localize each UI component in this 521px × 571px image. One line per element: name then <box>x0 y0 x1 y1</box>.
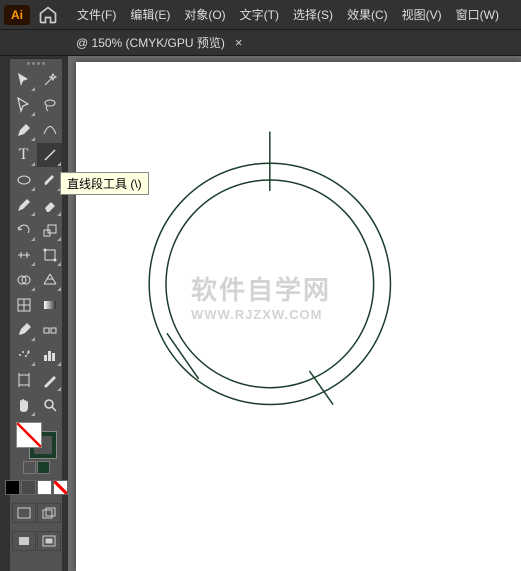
document-title: @ 150% (CMYK/GPU 预览) <box>76 34 225 51</box>
perspective-grid-tool[interactable] <box>37 268 62 292</box>
eyedropper-tool[interactable] <box>11 318 36 342</box>
document-tab[interactable]: @ 150% (CMYK/GPU 预览) × <box>76 34 242 51</box>
hand-tool[interactable] <box>11 393 36 417</box>
color-swatch-section <box>10 418 62 555</box>
tool-tooltip: 直线段工具 (\) <box>60 172 149 195</box>
home-icon[interactable] <box>38 5 58 25</box>
menu-edit[interactable]: 编辑(E) <box>123 6 177 23</box>
draw-normal-mode[interactable] <box>12 503 36 523</box>
lasso-tool[interactable] <box>37 93 62 117</box>
color-chip-black[interactable] <box>5 480 20 495</box>
selection-tool[interactable] <box>11 68 36 92</box>
rotate-tool[interactable] <box>11 218 36 242</box>
column-graph-tool[interactable] <box>37 343 62 367</box>
fill-stroke-indicator[interactable] <box>16 422 56 458</box>
gradient-tool[interactable] <box>37 293 62 317</box>
symbol-sprayer-tool[interactable] <box>11 343 36 367</box>
width-tool[interactable] <box>11 243 36 267</box>
screen-mode-normal[interactable] <box>12 531 36 551</box>
draw-behind-mode[interactable] <box>37 503 61 523</box>
pen-tool[interactable] <box>11 118 36 142</box>
menu-file[interactable]: 文件(F) <box>70 6 123 23</box>
zoom-tool[interactable] <box>37 393 62 417</box>
color-chip-gray[interactable] <box>21 480 36 495</box>
ellipse-tool[interactable] <box>11 168 36 192</box>
close-tab-icon[interactable]: × <box>235 35 243 50</box>
app-logo: Ai <box>4 5 30 25</box>
menu-bar: Ai 文件(F) 编辑(E) 对象(O) 文字(T) 选择(S) 效果(C) 视… <box>0 0 521 30</box>
direct-selection-tool[interactable] <box>11 93 36 117</box>
workspace: T <box>0 56 521 571</box>
swap-fill-stroke-icon[interactable] <box>23 461 36 474</box>
eraser-tool[interactable] <box>37 193 62 217</box>
free-transform-tool[interactable] <box>37 243 62 267</box>
menu-type[interactable]: 文字(T) <box>233 6 286 23</box>
document-tab-bar: @ 150% (CMYK/GPU 预览) × <box>0 30 521 56</box>
paintbrush-tool[interactable] <box>37 168 62 192</box>
tools-panel: T <box>10 58 62 571</box>
curvature-tool[interactable] <box>37 118 62 142</box>
default-fill-stroke-icon[interactable] <box>37 461 50 474</box>
mesh-tool[interactable] <box>11 293 36 317</box>
color-chip-none[interactable] <box>53 480 68 495</box>
artboard[interactable]: 软件自学网 WWW.RJZXW.COM <box>76 62 521 571</box>
shape-builder-tool[interactable] <box>11 268 36 292</box>
line-segment-tool[interactable] <box>37 143 62 167</box>
menu-window[interactable]: 窗口(W) <box>449 6 506 23</box>
fill-swatch[interactable] <box>16 422 42 448</box>
magic-wand-tool[interactable] <box>37 68 62 92</box>
pencil-tool[interactable] <box>11 193 36 217</box>
screen-mode-full[interactable] <box>37 531 61 551</box>
type-tool[interactable]: T <box>11 143 36 167</box>
color-chip-white[interactable] <box>37 480 52 495</box>
canvas-area[interactable]: 软件自学网 WWW.RJZXW.COM <box>68 56 521 571</box>
artwork-drawing <box>76 62 521 571</box>
panel-grip[interactable] <box>10 59 62 67</box>
menu-view[interactable]: 视图(V) <box>395 6 449 23</box>
menu-select[interactable]: 选择(S) <box>286 6 340 23</box>
scale-tool[interactable] <box>37 218 62 242</box>
menu-object[interactable]: 对象(O) <box>177 6 232 23</box>
artboard-tool[interactable] <box>11 368 36 392</box>
menu-effect[interactable]: 效果(C) <box>340 6 395 23</box>
slice-tool[interactable] <box>37 368 62 392</box>
blend-tool[interactable] <box>37 318 62 342</box>
